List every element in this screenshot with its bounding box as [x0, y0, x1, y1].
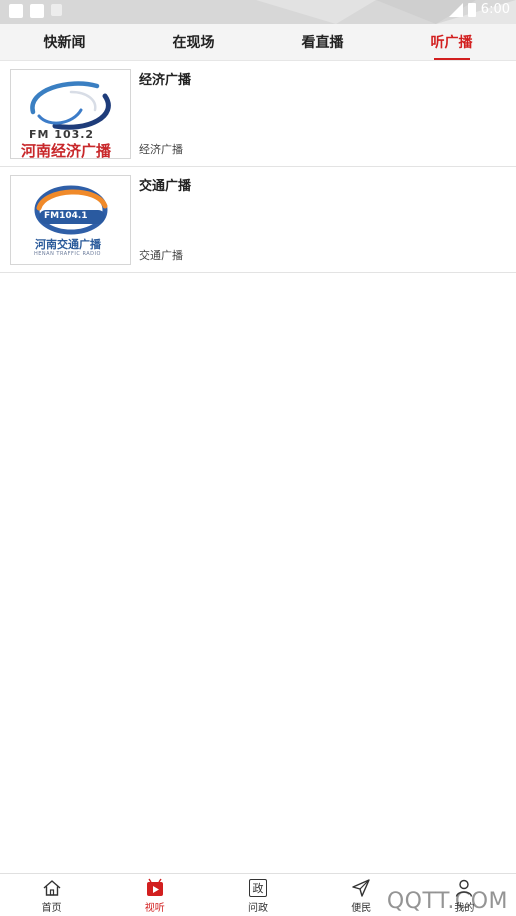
item-subtitle: 经济广播	[139, 144, 183, 156]
system-icons: 6:00	[448, 2, 510, 17]
tab-quick-news[interactable]: 快新闻	[0, 24, 129, 60]
item-title: 交通广播	[139, 178, 192, 193]
home-icon	[42, 878, 62, 898]
nav-label: 首页	[41, 903, 62, 914]
nav-label: 问政	[248, 903, 268, 914]
status-time: 6:00	[480, 2, 510, 17]
list-item[interactable]: FM104.1 河南交通广播 HENAN TRAFFIC RADIO 交通广播 …	[0, 167, 516, 273]
item-title: 经济广播	[139, 72, 192, 87]
zheng-icon: 政	[248, 878, 268, 898]
nav-home[interactable]: 首页	[0, 874, 103, 916]
send-icon	[351, 878, 371, 898]
tab-radio[interactable]: 听广播	[387, 24, 516, 60]
user-icon	[454, 878, 474, 898]
bottom-nav: 首页 视听 政 问政 便民 我的	[0, 873, 516, 916]
logo-english-text: HENAN TRAFFIC RADIO	[34, 251, 101, 257]
tab-bar: 快新闻 在现场 看直播 听广播	[0, 24, 516, 61]
notification-icon	[51, 4, 62, 16]
zheng-char: 政	[249, 879, 267, 897]
status-bar: 6:00	[0, 0, 516, 24]
economic-radio-logo: FM 103.2 河南经济广播	[10, 69, 131, 159]
item-subtitle: 交通广播	[139, 250, 183, 262]
radio-list: FM 103.2 河南经济广播 经济广播 经济广播 FM104.1 河南交通广播…	[0, 61, 516, 273]
nav-label: 视听	[144, 903, 165, 914]
list-item[interactable]: FM 103.2 河南经济广播 经济广播 经济广播	[0, 61, 516, 167]
nav-mine[interactable]: 我的	[413, 874, 516, 916]
logo-name-text: 河南交通广播	[35, 239, 101, 251]
signal-icon	[448, 2, 463, 17]
logo-name-text: 河南经济广播	[21, 144, 112, 159]
video-play-icon	[145, 878, 165, 898]
notification-icon	[9, 4, 23, 18]
nav-politics[interactable]: 政 问政	[206, 874, 309, 916]
notification-icon	[30, 4, 44, 18]
notification-icons	[9, 4, 62, 18]
nav-label: 我的	[454, 903, 475, 914]
traffic-radio-logo: FM104.1 河南交通广播 HENAN TRAFFIC RADIO	[10, 175, 131, 265]
logo-fm-text: FM104.1	[44, 211, 88, 221]
tab-on-site[interactable]: 在现场	[129, 24, 258, 60]
tab-live[interactable]: 看直播	[258, 24, 387, 60]
nav-label: 便民	[351, 903, 372, 914]
nav-services[interactable]: 便民	[310, 874, 413, 916]
nav-video-audio[interactable]: 视听	[103, 874, 206, 916]
battery-icon	[467, 2, 476, 17]
